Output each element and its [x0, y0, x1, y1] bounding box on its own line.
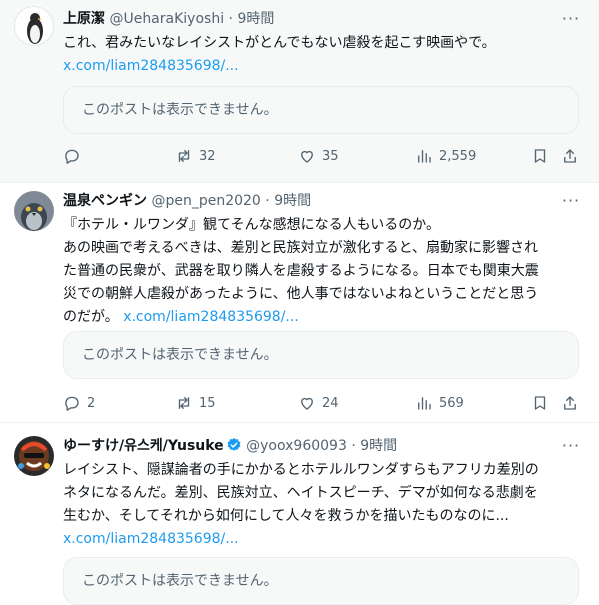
repost-button[interactable]: 32 [175, 144, 216, 168]
share-button[interactable] [561, 144, 579, 168]
post-text-line: 生むか、そしてそれから如何にして人々を救うかを描いたものなのに... [63, 508, 509, 524]
bookmark-icon [534, 396, 546, 410]
bookmark-icon [534, 149, 546, 163]
quoted-post-unavailable: このポストは表示できません。 [63, 331, 579, 379]
reply-button[interactable]: 2 [63, 391, 95, 415]
share-icon [564, 149, 576, 163]
views-count: 2,559 [439, 148, 477, 164]
post-time[interactable]: 9時間 [274, 193, 311, 209]
bookmark-button[interactable] [531, 144, 549, 168]
views-button[interactable]: 569 [415, 391, 464, 415]
post-time[interactable]: 9時間 [360, 438, 397, 454]
post-link[interactable]: x.com/liam284835698/... [123, 309, 299, 325]
post-text-line: 災での朝鮮人虐殺があったように、他人事ではないよねということだと思う [63, 286, 539, 302]
like-count: 24 [322, 395, 339, 411]
repost-button[interactable]: 15 [175, 391, 216, 415]
post-time[interactable]: 9時間 [237, 11, 274, 27]
penguin-avatar-image [27, 13, 43, 44]
quoted-post-unavailable: このポストは表示できません。 [63, 557, 579, 605]
quoted-post-unavailable: このポストは表示できません。 [63, 86, 579, 134]
author-name[interactable]: ゆーすけ/유스케/Yusuke [63, 438, 224, 454]
like-button[interactable]: 24 [298, 391, 339, 415]
like-count: 35 [322, 148, 339, 164]
author-handle[interactable]: @yoox960093 [246, 438, 347, 454]
more-icon[interactable]: ··· [561, 436, 581, 456]
verified-badge-icon [227, 438, 241, 451]
post[interactable]: 上原潔 @UeharaKiyoshi · 9時間 ··· これ、君みたいなレイシ… [0, 0, 599, 182]
reply-icon [65, 396, 79, 411]
views-icon [418, 397, 431, 410]
views-button[interactable]: 2,559 [415, 144, 476, 168]
post-link[interactable]: x.com/liam284835698/... [63, 58, 239, 74]
views-count: 569 [439, 395, 464, 411]
cartoon-avatar-image [14, 436, 54, 476]
reply-button[interactable] [63, 144, 87, 168]
separator-dot: · [228, 11, 233, 27]
author-name[interactable]: 温泉ペンギン [63, 193, 147, 209]
author-handle[interactable]: @UeharaKiyoshi [109, 11, 224, 27]
unavailable-message: このポストは表示できません。 [82, 347, 278, 363]
post[interactable]: ゆーすけ/유스케/Yusuke @yoox960093 · 9時間 ··· レイ… [0, 423, 599, 605]
repost-count: 15 [199, 395, 216, 411]
avatar[interactable] [14, 436, 54, 476]
bookmark-button[interactable] [531, 391, 549, 415]
post-text-line: あの映画で考えるべきは、差別と民族対立が激化すると、扇動家に影響され [63, 240, 539, 256]
post-text-line: レイシスト、隠謀論者の手にかかるとホテルルワンダすらもアフリカ差別の [63, 462, 539, 478]
penguin-photo-avatar [14, 191, 54, 231]
views-icon [418, 150, 431, 163]
like-button[interactable]: 35 [298, 144, 339, 168]
unavailable-message: このポストは表示できません。 [82, 102, 278, 118]
repost-icon [178, 150, 190, 162]
post-text-line: た普通の民衆が、武器を取り隣人を虐殺するようになる。日本でも関東大震 [63, 263, 539, 279]
more-icon[interactable]: ··· [561, 191, 581, 211]
separator-dot: · [265, 193, 270, 209]
share-icon [564, 396, 576, 410]
share-button[interactable] [561, 391, 579, 415]
reply-count: 2 [87, 395, 96, 411]
post-text-line: これ、君みたいなレイシストがとんでもない虐殺を起こす映画やで。 [63, 35, 496, 51]
unavailable-message: このポストは表示できません。 [82, 573, 278, 589]
repost-count: 32 [199, 148, 216, 164]
repost-icon [178, 397, 190, 409]
post-text-line: のだが。 [63, 309, 119, 325]
post-link[interactable]: x.com/liam284835698/... [63, 531, 239, 547]
like-icon [301, 397, 313, 410]
post-text-line: ネタになるんだ。差別、民族対立、ヘイトスピーチ、デマが如何なる悲劇を [63, 485, 538, 501]
reply-icon [65, 149, 79, 164]
avatar[interactable] [14, 6, 54, 46]
avatar[interactable] [14, 191, 54, 231]
more-icon[interactable]: ··· [561, 9, 581, 29]
author-name[interactable]: 上原潔 [63, 11, 105, 27]
post[interactable]: 温泉ペンギン @pen_pen2020 · 9時間 ··· 『ホテル・ルワンダ』… [0, 183, 599, 422]
post-text-line: 『ホテル・ルワンダ』観てそんな感想になる人もいるのか。 [63, 217, 441, 233]
author-handle[interactable]: @pen_pen2020 [151, 193, 260, 209]
separator-dot: · [351, 438, 356, 454]
like-icon [301, 150, 313, 163]
